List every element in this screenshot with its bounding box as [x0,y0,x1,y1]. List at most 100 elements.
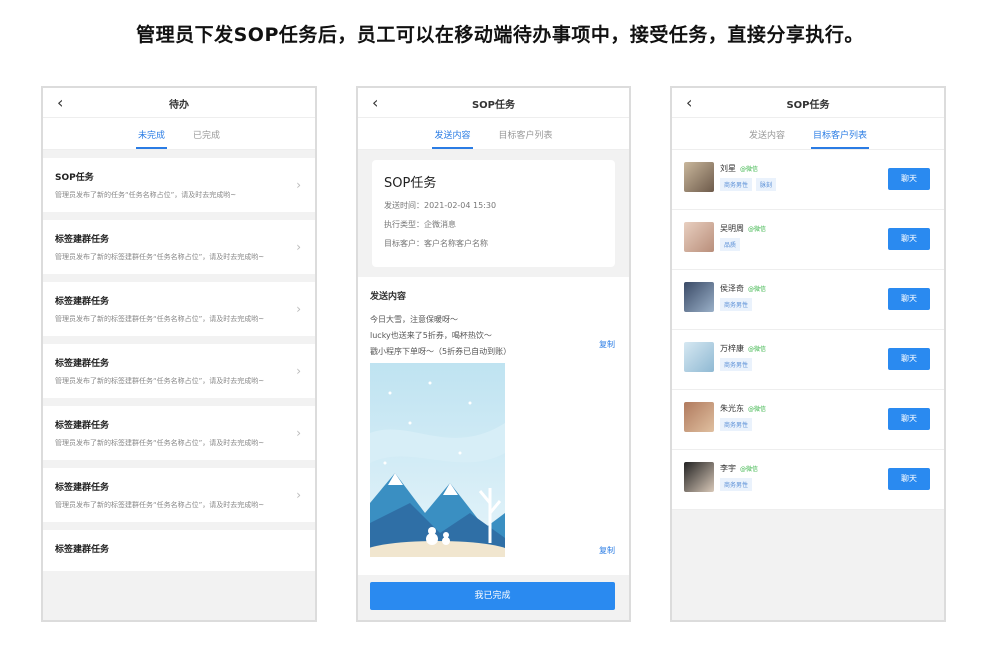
card-title: SOP任务 [384,176,437,191]
todo-list: SOP任务 管理员发布了新的任务“任务名称占位”，请及时去完成哟~ › 标签建群… [43,158,315,571]
list-item: 朱光东 @微信 商务男性 聊天 [672,390,944,450]
avatar [684,402,714,432]
chevron-right-icon: › [296,364,301,378]
list-item[interactable]: SOP任务 管理员发布了新的任务“任务名称占位”，请及时去完成哟~ › [43,158,315,212]
list-item[interactable]: 标签建群任务 管理员发布了新的标签建群任务“任务名称占位”，请及时去完成哟~ › [43,282,315,336]
customer-name: 刘星 [720,164,736,173]
tab-bar: 发送内容 目标客户列表 [358,118,629,150]
list-item: 侯泽奇 @微信 商务男性 聊天 [672,270,944,330]
chat-button[interactable]: 聊天 [888,408,930,430]
customer-tag: 脉刻 [756,178,777,191]
content-line: lucky也送来了5折券，喝杯热饮～ [370,331,492,340]
tab-target-customers[interactable]: 目标客户列表 [499,118,553,149]
copy-text-button[interactable]: 复制 [599,339,615,350]
wechat-label: @微信 [740,466,759,473]
chat-button[interactable]: 聊天 [888,168,930,190]
tag-list: 品质 [720,238,741,251]
item-title: 标签建群任务 [55,359,110,369]
customer-name: 朱光东 [720,404,744,413]
list-item[interactable]: 标签建群任务 管理员发布了新的标签建群任务“任务名称占位”，请及时去完成哟~ › [43,468,315,522]
chat-button[interactable]: 聊天 [888,468,930,490]
list-item: 刘星 @微信 商务男性 脉刻 聊天 [672,150,944,210]
poster-image [370,363,505,557]
item-title: 标签建群任务 [55,483,110,493]
customer-name: 吴明周 [720,224,744,233]
item-desc: 管理员发布了新的标签建群任务“任务名称占位”，请及时去完成哟~ [55,253,265,261]
send-time: 发送时间：2021-02-04 15:30 [384,201,497,210]
chat-button[interactable]: 聊天 [888,288,930,310]
chevron-right-icon: › [296,302,301,316]
customer-list-screen: ‹ SOP任务 发送内容 目标客户列表 刘星 @微信 商务男性 脉刻 聊天 吴明周… [670,86,946,622]
copy-image-button[interactable]: 复制 [599,545,615,556]
tab-bar: 未完成 已完成 [43,118,315,150]
send-content-block: 发送内容 今日大雪，注意保暖呀～ lucky也送来了5折券，喝杯热饮～ 戳小程序… [358,277,629,575]
tab-send-content[interactable]: 发送内容 [432,118,473,149]
exec-type: 执行类型：企微消息 [384,220,456,229]
tag-list: 商务男性 [720,358,753,371]
wechat-label: @微信 [748,406,767,413]
complete-button[interactable]: 我已完成 [370,582,615,610]
sop-detail-screen: ‹ SOP任务 发送内容 目标客户列表 SOP任务 发送时间：2021-02-0… [356,86,631,622]
item-desc: 管理员发布了新的标签建群任务“任务名称占位”，请及时去完成哟~ [55,377,265,385]
customer-tag: 商务男性 [720,478,753,491]
item-desc: 管理员发布了新的标签建群任务“任务名称占位”，请及时去完成哟~ [55,315,265,323]
content-line: 今日大雪，注意保暖呀～ [370,315,458,324]
headline: 管理员下发SOP任务后，员工可以在移动端待办事项中，接受任务，直接分享执行。 [136,24,864,46]
item-desc: 管理员发布了新的标签建群任务“任务名称占位”，请及时去完成哟~ [55,501,265,509]
tab-send-content[interactable]: 发送内容 [749,118,785,149]
customer-tag: 商务男性 [720,298,753,311]
tab-completed[interactable]: 已完成 [193,118,220,149]
list-item: 吴明周 @微信 品质 聊天 [672,210,944,270]
item-desc: 管理员发布了新的标签建群任务“任务名称占位”，请及时去完成哟~ [55,439,265,447]
chat-button[interactable]: 聊天 [888,228,930,250]
list-item[interactable]: 标签建群任务 管理员发布了新的标签建群任务“任务名称占位”，请及时去完成哟~ › [43,344,315,398]
chat-button[interactable]: 聊天 [888,348,930,370]
wechat-label: @微信 [740,166,759,173]
avatar [684,342,714,372]
customer-tag: 商务男性 [720,178,753,191]
tag-list: 商务男性 [720,478,753,491]
chevron-right-icon: › [296,240,301,254]
customer-tag: 商务男性 [720,418,753,431]
item-desc: 管理员发布了新的任务“任务名称占位”，请及时去完成哟~ [55,191,237,199]
tag-list: 商务男性 [720,418,753,431]
page-title: SOP任务 [786,100,830,111]
avatar [684,282,714,312]
list-item[interactable]: 标签建群任务 [43,530,315,571]
list-item: 万梓康 @微信 商务男性 聊天 [672,330,944,390]
list-item[interactable]: 标签建群任务 管理员发布了新的标签建群任务“任务名称占位”，请及时去完成哟~ › [43,406,315,460]
list-item[interactable]: 标签建群任务 管理员发布了新的标签建群任务“任务名称占位”，请及时去完成哟~ › [43,220,315,274]
item-title: 标签建群任务 [55,297,110,307]
customer-list: 刘星 @微信 商务男性 脉刻 聊天 吴明周 @微信 品质 聊天 侯泽奇 @微信 商务男… [672,150,944,510]
chevron-right-icon: › [296,488,301,502]
customer-tag: 品质 [720,238,741,251]
avatar [684,462,714,492]
avatar [684,222,714,252]
tag-list: 商务男性 脉刻 [720,178,777,191]
content-line: 戳小程序下单呀～（5折券已自动到账） [370,347,512,356]
tab-incomplete[interactable]: 未完成 [135,118,168,149]
tag-list: 商务男性 [720,298,753,311]
wechat-label: @微信 [748,346,767,353]
chevron-right-icon: › [296,178,301,192]
customer-name: 侯泽奇 [720,284,744,293]
customer-tag: 商务男性 [720,358,753,371]
page-title: 待办 [169,100,189,111]
wechat-label: @微信 [748,226,767,233]
task-card: SOP任务 发送时间：2021-02-04 15:30 执行类型：企微消息 目标… [372,160,615,267]
item-title: 标签建群任务 [55,421,110,431]
navbar: ‹ 待办 [43,88,315,118]
item-title: 标签建群任务 [55,545,110,555]
content-label: 发送内容 [370,292,407,302]
tab-bar: 发送内容 目标客户列表 [672,118,944,150]
tab-target-customers[interactable]: 目标客户列表 [810,118,870,149]
target-customers: 目标客户：客户名称客户名称 [384,239,488,248]
item-title: 标签建群任务 [55,235,110,245]
item-title: SOP任务 [55,173,94,183]
todo-screen: ‹ 待办 未完成 已完成 SOP任务 管理员发布了新的任务“任务名称占位”，请及… [41,86,317,622]
chevron-right-icon: › [296,426,301,440]
avatar [684,162,714,192]
navbar: ‹ SOP任务 [358,88,629,118]
customer-name: 万梓康 [720,344,744,353]
wechat-label: @微信 [748,286,767,293]
